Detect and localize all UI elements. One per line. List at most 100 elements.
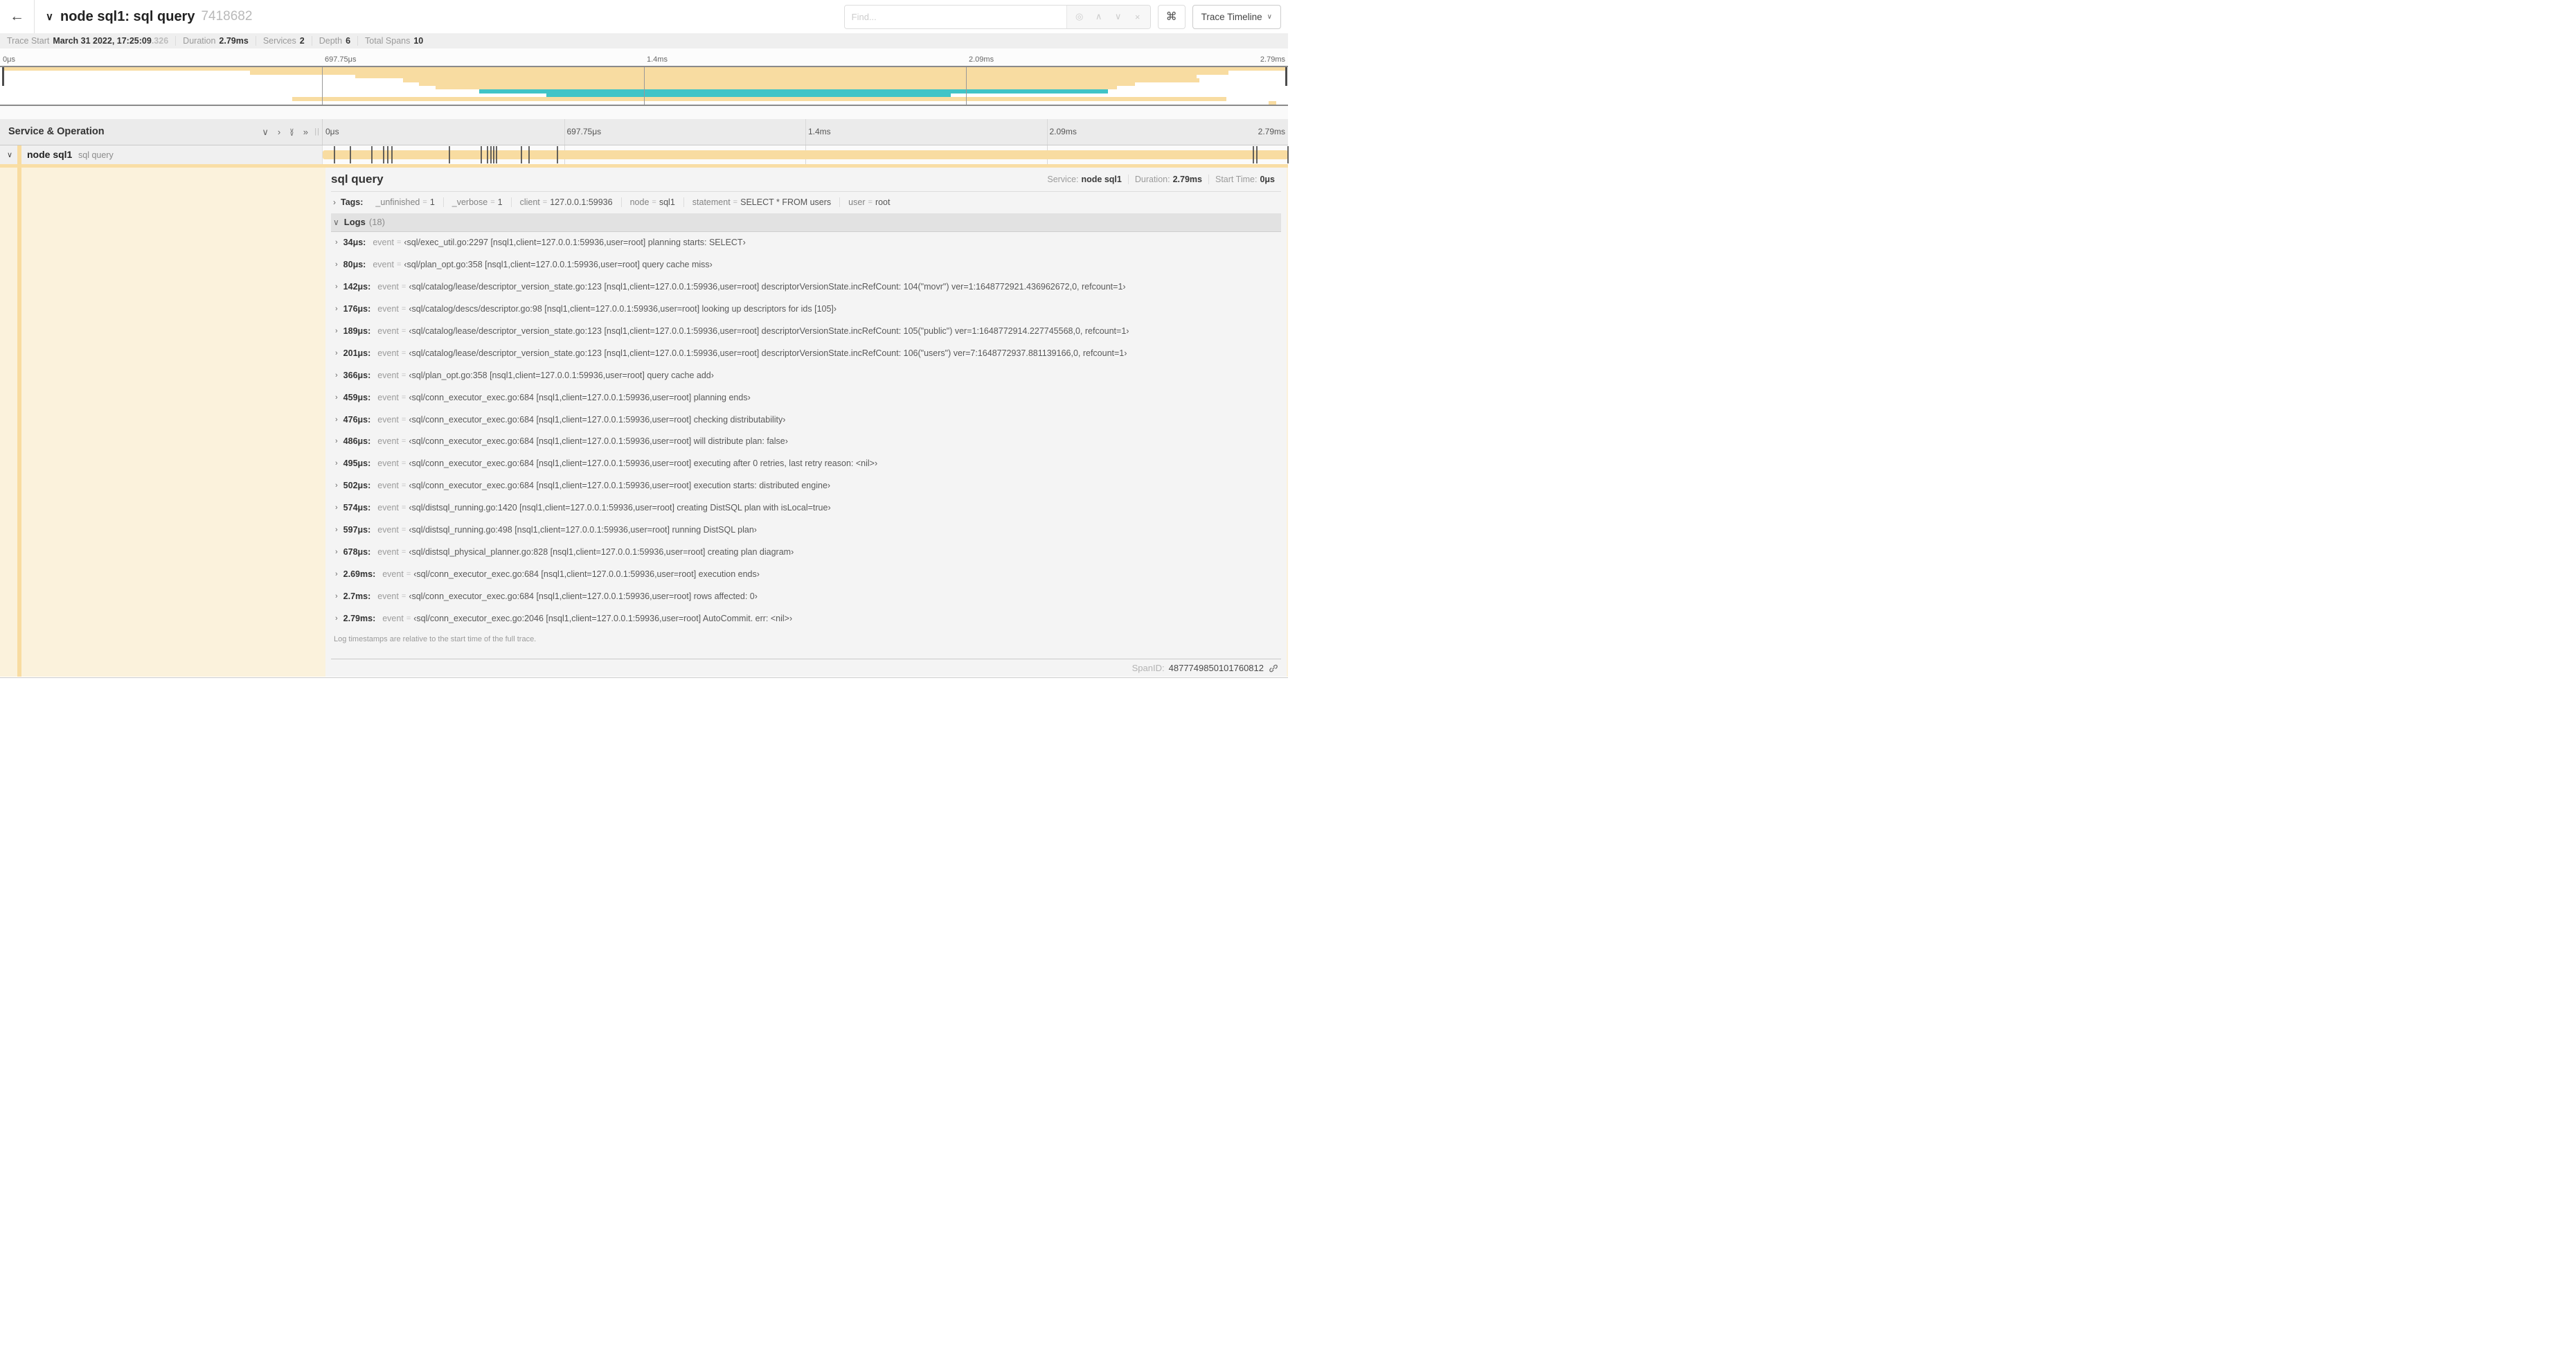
expand-one-icon[interactable]: › — [278, 127, 280, 136]
prev-result-icon[interactable]: ∧ — [1089, 11, 1109, 22]
minimap-right-scrubber-handle[interactable] — [1285, 67, 1287, 86]
log-row[interactable]: › 597μs: event = ‹sql/distsql_running.go:498… — [331, 519, 1281, 541]
log-field-key: event — [377, 481, 399, 491]
log-row[interactable]: › 476μs: event = ‹sql/conn_executor_exec.go:… — [331, 409, 1281, 431]
span-detail-card: sql query Service: node sql1 Duration: 2.79… — [325, 167, 1287, 677]
span-row-timeline[interactable] — [323, 145, 1289, 164]
timeline-tick-label: 697.75μs — [325, 55, 357, 64]
span-row[interactable]: ∨ node sql1 sql query — [0, 145, 1289, 164]
tag-key: _verbose — [451, 197, 488, 207]
log-row[interactable]: › 678μs: event = ‹sql/distsql_physical_plann… — [331, 541, 1281, 563]
tag-item[interactable]: node = sql1 — [620, 197, 683, 207]
log-timestamp: 2.79ms: — [343, 613, 376, 623]
log-value: ‹sql/conn_executor_exec.go:684 [nsql1,cl… — [409, 392, 751, 402]
log-row-chevron-icon: › — [335, 260, 338, 269]
focus-icon[interactable]: ◎ — [1070, 11, 1089, 22]
log-marker-tick[interactable] — [490, 146, 492, 163]
minimap-span-bar — [292, 97, 1226, 101]
tag-equals: = — [422, 198, 427, 206]
tag-item[interactable]: client = 127.0.0.1:59936 — [510, 197, 621, 207]
column-resizer-handle[interactable]: || — [314, 127, 320, 136]
log-marker-tick[interactable] — [1253, 146, 1255, 163]
title-collapse-chevron-icon[interactable]: ∨ — [46, 10, 53, 23]
log-marker-tick[interactable] — [382, 146, 384, 163]
log-row[interactable]: › 176μs: event = ‹sql/catalog/descs/descript… — [331, 298, 1281, 320]
next-result-icon[interactable]: ∨ — [1109, 11, 1128, 22]
log-marker-tick[interactable] — [528, 146, 530, 163]
tags-expand-chevron-icon[interactable]: › — [333, 197, 336, 207]
timeline-ruler: 0μs 697.75μs 1.4ms 2.09ms 2.79ms — [323, 119, 1288, 145]
log-field-key: event — [382, 569, 404, 579]
collapse-one-icon[interactable]: ∨ — [262, 127, 269, 136]
log-marker-tick[interactable] — [1287, 146, 1289, 163]
log-row[interactable]: › 502μs: event = ‹sql/conn_executor_exec.go:… — [331, 474, 1281, 497]
log-marker-tick[interactable] — [520, 146, 522, 163]
tag-item[interactable]: statement = SELECT * FROM users — [683, 197, 839, 207]
tag-value: SELECT * FROM users — [740, 197, 832, 207]
log-marker-tick[interactable] — [333, 146, 335, 163]
log-row-chevron-icon: › — [335, 591, 338, 600]
log-marker-tick[interactable] — [391, 146, 393, 163]
expand-all-icon[interactable]: » — [303, 127, 308, 136]
overview-value: 0μs — [1260, 174, 1275, 184]
span-id-value: 4877749850101760812 — [1168, 663, 1264, 674]
tag-value: 1 — [497, 197, 503, 207]
log-marker-tick[interactable] — [493, 146, 495, 163]
log-value: ‹sql/catalog/lease/descriptor_version_st… — [409, 326, 1129, 336]
log-row[interactable]: › 80μs: event = ‹sql/plan_opt.go:358 [nsql1,… — [331, 253, 1281, 276]
tag-item[interactable]: _unfinished = 1 — [367, 197, 442, 207]
log-marker-tick[interactable] — [495, 146, 497, 163]
log-row[interactable]: › 2.79ms: event = ‹sql/conn_executor_exec.go… — [331, 607, 1281, 630]
log-row-chevron-icon: › — [335, 481, 338, 490]
timeline-tick-label: 1.4ms — [808, 127, 831, 136]
log-marker-tick[interactable] — [486, 146, 488, 163]
log-row[interactable]: › 142μs: event = ‹sql/catalog/lease/descript… — [331, 276, 1281, 298]
timeline-tick-label: 2.09ms — [969, 55, 994, 64]
collapse-all-icon[interactable]: ∨ ∨ — [289, 127, 294, 136]
tag-item[interactable]: _verbose = 1 — [442, 197, 511, 207]
log-row[interactable]: › 574μs: event = ‹sql/distsql_running.go:142… — [331, 497, 1281, 519]
log-marker-tick[interactable] — [349, 146, 351, 163]
span-collapse-chevron-icon[interactable]: ∨ — [7, 150, 12, 159]
summary-value: 2 — [299, 36, 305, 46]
log-marker-tick[interactable] — [556, 146, 558, 163]
log-row[interactable]: › 495μs: event = ‹sql/conn_executor_exec.go:… — [331, 452, 1281, 474]
log-row[interactable]: › 486μs: event = ‹sql/conn_executor_exec.go:… — [331, 431, 1281, 453]
keyboard-shortcuts-button[interactable]: ⌘ — [1157, 4, 1186, 29]
log-row[interactable]: › 189μs: event = ‹sql/catalog/lease/descript… — [331, 320, 1281, 342]
span-row-name-column[interactable]: ∨ node sql1 sql query — [0, 145, 323, 164]
trace-view-dropdown[interactable]: Trace Timeline ∨ — [1192, 4, 1281, 29]
log-value: ‹sql/distsql_physical_planner.go:828 [ns… — [409, 546, 794, 557]
log-marker-tick[interactable] — [370, 146, 373, 163]
back-button[interactable]: ← — [0, 0, 35, 33]
log-value: ‹sql/conn_executor_exec.go:684 [nsql1,cl… — [409, 481, 831, 491]
log-equals: = — [401, 591, 406, 600]
minimap-left-scrubber-handle[interactable] — [2, 67, 4, 86]
minimap-canvas[interactable] — [0, 66, 1288, 106]
timeline-tick-label: 697.75μs — [566, 127, 602, 136]
log-row[interactable]: › 2.7ms: event = ‹sql/conn_executor_exec.go:… — [331, 585, 1281, 607]
log-row[interactable]: › 366μs: event = ‹sql/plan_opt.go:358 [nsql1… — [331, 364, 1281, 386]
log-marker-tick[interactable] — [481, 146, 483, 163]
log-row[interactable]: › 2.69ms: event = ‹sql/conn_executor_exec.go… — [331, 563, 1281, 585]
minimap-gridline — [966, 67, 967, 105]
find-input[interactable] — [844, 5, 1066, 28]
log-marker-tick[interactable] — [1256, 146, 1258, 163]
log-marker-tick[interactable] — [387, 146, 389, 163]
overview-value: node sql1 — [1081, 174, 1122, 184]
tag-key: node — [629, 197, 650, 207]
deep-link-icon[interactable] — [1269, 663, 1278, 673]
span-duration-bar[interactable] — [323, 150, 1288, 159]
log-row[interactable]: › 201μs: event = ‹sql/catalog/lease/descript… — [331, 342, 1281, 364]
logs-accordion-header[interactable]: ∨ Logs (18) — [331, 213, 1281, 232]
summary-value: 10 — [413, 36, 424, 46]
tags-row[interactable]: › Tags: _unfinished = 1 _verbose = 1 client = 12… — [331, 192, 1281, 213]
trace-timeline-page: { "colors": {"tan":"#F8DCA1","teal":"#41… — [0, 0, 1289, 682]
log-marker-tick[interactable] — [448, 146, 450, 163]
log-row-chevron-icon: › — [335, 238, 338, 247]
logs-collapse-chevron-icon: ∨ — [333, 217, 339, 227]
log-row[interactable]: › 459μs: event = ‹sql/conn_executor_exec.go:… — [331, 386, 1281, 409]
tag-item[interactable]: user = root — [839, 197, 898, 207]
clear-icon[interactable]: × — [1128, 12, 1147, 22]
log-row[interactable]: › 34μs: event = ‹sql/exec_util.go:2297 [nsql… — [331, 232, 1281, 254]
